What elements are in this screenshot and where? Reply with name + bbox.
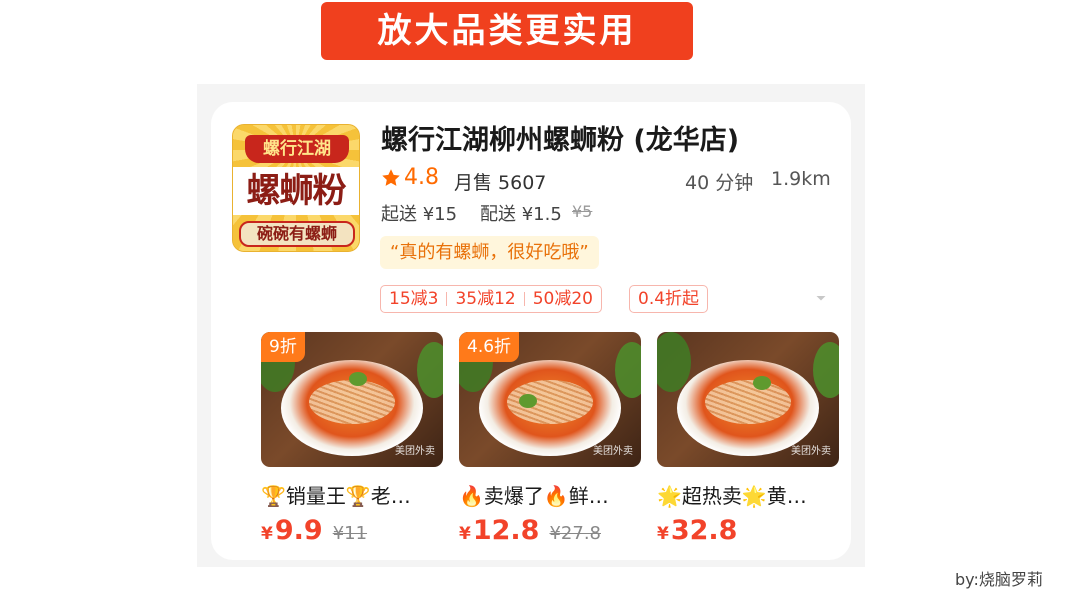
garnish bbox=[615, 342, 641, 398]
dish-image[interactable]: 美团外卖 bbox=[657, 332, 839, 467]
banner-title: 放大品类更实用 bbox=[321, 2, 693, 60]
dish-card[interactable]: 美团外卖 4.6折 🔥卖爆了🔥鲜… ¥ 12.8 ¥27.8 bbox=[459, 332, 641, 546]
dish-price: ¥ 12.8 ¥27.8 bbox=[459, 515, 641, 546]
distance: 1.9km bbox=[771, 168, 831, 190]
dish-price: ¥ 32.8 bbox=[657, 515, 839, 546]
currency-symbol: ¥ bbox=[459, 524, 471, 544]
price-value: 9.9 bbox=[274, 515, 323, 546]
garnish bbox=[349, 372, 367, 386]
watermark: 美团外卖 bbox=[791, 446, 831, 457]
original-price: ¥11 bbox=[332, 523, 368, 544]
dish-name[interactable]: 🏆销量王🏆老… bbox=[261, 480, 443, 509]
discount-tag[interactable]: 0.4折起 bbox=[629, 285, 709, 313]
chevron-down-icon[interactable] bbox=[815, 292, 827, 304]
dish-card[interactable]: 美团外卖 🌟超热卖🌟黄… ¥ 32.8 bbox=[657, 332, 839, 546]
delivery-time: 40 分钟 bbox=[685, 172, 754, 194]
author-credit: by:烧脑罗莉 bbox=[955, 570, 1043, 589]
shop-rating: 4.8 bbox=[380, 165, 439, 190]
rating-value: 4.8 bbox=[404, 165, 439, 190]
promo-tag: 35减12 bbox=[455, 289, 516, 309]
dish-image[interactable]: 美团外卖 4.6折 bbox=[459, 332, 641, 467]
watermark: 美团外卖 bbox=[593, 446, 633, 457]
dish-name[interactable]: 🌟超热卖🌟黄… bbox=[657, 480, 839, 509]
dish-price: ¥ 9.9 ¥11 bbox=[261, 515, 443, 546]
currency-symbol: ¥ bbox=[657, 524, 669, 544]
watermark: 美团外卖 bbox=[395, 446, 435, 457]
dish-image[interactable]: 美团外卖 9折 bbox=[261, 332, 443, 467]
original-price: ¥27.8 bbox=[549, 523, 601, 544]
noodles bbox=[309, 380, 395, 424]
currency-symbol: ¥ bbox=[261, 524, 273, 544]
star-icon bbox=[382, 168, 400, 186]
noodles bbox=[705, 380, 791, 424]
delivery-fee: 配送 ¥1.5 bbox=[480, 204, 562, 225]
price-value: 32.8 bbox=[670, 515, 738, 546]
shop-name[interactable]: 螺行江湖柳州螺蛳粉 (龙华店) bbox=[381, 118, 739, 157]
shop-logo[interactable]: 螺行江湖 螺蛳粉 碗碗有螺蛳 bbox=[232, 124, 360, 252]
min-order: 起送 ¥15 bbox=[381, 204, 458, 225]
discount-badge: 9折 bbox=[261, 332, 305, 362]
promo-tag: 50减20 bbox=[532, 289, 593, 309]
promo-tag: 15减3 bbox=[389, 289, 439, 309]
logo-sub-text: 碗碗有螺蛳 bbox=[239, 221, 355, 247]
promo-tags[interactable]: 15减3 35减12 50减20 bbox=[380, 285, 602, 313]
garnish bbox=[753, 376, 771, 390]
garnish bbox=[417, 342, 443, 398]
page: 放大品类更实用 螺行江湖 螺蛳粉 碗碗有螺蛳 螺行江湖柳州螺蛳粉 (龙华店) 4… bbox=[0, 0, 1080, 607]
monthly-sales: 月售 5607 bbox=[454, 172, 547, 194]
delivery-fee-original: ¥5 bbox=[572, 202, 593, 221]
price-value: 12.8 bbox=[472, 515, 540, 546]
garnish bbox=[813, 342, 839, 398]
discount-badge: 4.6折 bbox=[459, 332, 520, 362]
dish-card[interactable]: 美团外卖 9折 🏆销量王🏆老… ¥ 9.9 ¥11 bbox=[261, 332, 443, 546]
garnish bbox=[519, 394, 537, 408]
logo-main-text: 螺蛳粉 bbox=[233, 167, 359, 215]
logo-ribbon: 螺行江湖 bbox=[245, 135, 349, 163]
review-quote: “真的有螺蛳，很好吃哦” bbox=[380, 236, 599, 269]
dish-name[interactable]: 🔥卖爆了🔥鲜… bbox=[459, 480, 641, 509]
